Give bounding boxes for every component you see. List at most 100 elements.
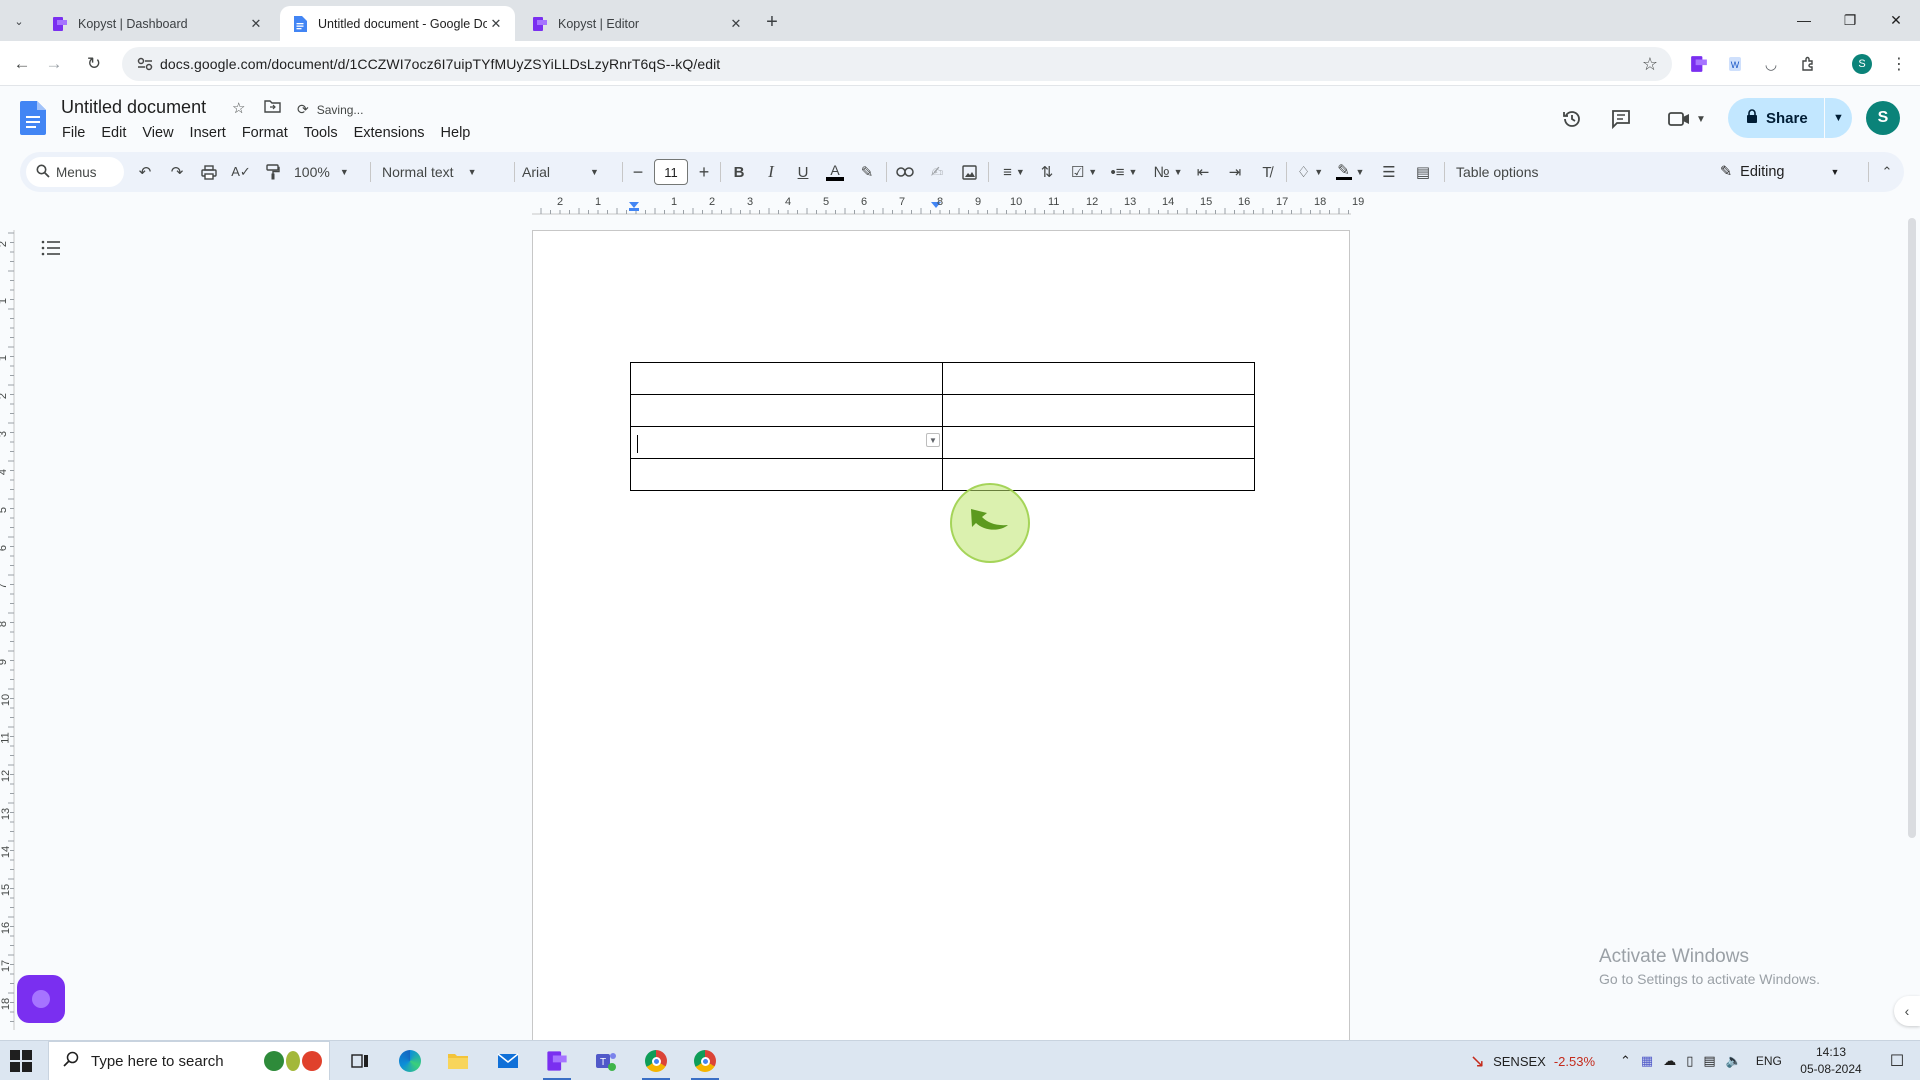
table-cell[interactable] — [630, 362, 943, 395]
increase-font-size-icon[interactable]: + — [692, 158, 716, 186]
address-bar[interactable]: docs.google.com/document/d/1CCZWI7ocz6I7… — [122, 47, 1672, 81]
table-cell[interactable] — [630, 458, 943, 491]
reload-icon[interactable]: ↻ — [80, 50, 108, 78]
chrome-menu-icon[interactable]: ⋮ — [1886, 51, 1912, 77]
tab-google-docs[interactable]: Untitled document - Google Docs ✕ — [280, 6, 515, 41]
menu-help[interactable]: Help — [433, 123, 479, 143]
taskbar-search-input[interactable]: Type here to search — [48, 1041, 330, 1080]
restore-button[interactable]: ❐ — [1827, 0, 1873, 40]
new-tab-button[interactable]: + — [759, 9, 785, 35]
docs-logo-icon[interactable] — [20, 101, 46, 135]
kopyst-taskbar-icon[interactable] — [537, 1045, 577, 1080]
menu-file[interactable]: File — [54, 123, 93, 143]
file-explorer-icon[interactable] — [438, 1045, 478, 1077]
font-family-select[interactable]: Arial ▼ — [512, 158, 614, 186]
meet-camera-icon[interactable]: ▼ — [1662, 104, 1712, 134]
cell-menu-dropdown-icon[interactable]: ▼ — [926, 433, 940, 447]
tab-search-chevron-icon[interactable]: ⌄ — [8, 10, 30, 32]
language-indicator[interactable]: ENG — [1756, 1054, 1782, 1068]
vertical-ruler[interactable]: 21123456789101112131415161718 — [0, 230, 16, 1030]
star-icon[interactable]: ☆ — [232, 99, 245, 117]
close-window-button[interactable]: ✕ — [1873, 0, 1919, 40]
document-table[interactable]: ▼ — [630, 362, 1255, 491]
numbered-list-icon[interactable]: № ▼ — [1148, 158, 1188, 186]
task-view-icon[interactable] — [340, 1045, 380, 1077]
undo-icon[interactable]: ↶ — [132, 158, 158, 186]
zoom-select[interactable]: 100% ▼ — [294, 158, 360, 186]
chrome-profile-icon[interactable] — [685, 1045, 725, 1080]
share-button[interactable]: Share ▼ — [1728, 98, 1852, 138]
hide-menus-chevron-icon[interactable]: ⌃ — [1874, 158, 1900, 186]
table-cell-active[interactable]: ▼ — [630, 426, 943, 459]
bold-icon[interactable]: B — [726, 158, 752, 186]
italic-icon[interactable]: I — [758, 158, 784, 186]
print-icon[interactable] — [196, 158, 222, 186]
menu-edit[interactable]: Edit — [93, 123, 134, 143]
notifications-icon[interactable]: ☐ — [1880, 1045, 1914, 1077]
horizontal-ruler[interactable]: 2 1 1 2 3 4 5 6 7 8 9 10 11 12 13 14 15 16 17 18 19 — [532, 196, 1364, 216]
bulleted-list-icon[interactable]: •≡ ▼ — [1104, 158, 1144, 186]
close-tab-icon[interactable]: ✕ — [727, 15, 745, 33]
document-outline-icon[interactable] — [38, 236, 64, 260]
comments-icon[interactable] — [1606, 104, 1636, 134]
document-title[interactable]: Untitled document — [61, 97, 206, 118]
align-left-icon[interactable]: ≡ ▼ — [994, 158, 1034, 186]
table-cell[interactable] — [942, 362, 1255, 395]
menu-format[interactable]: Format — [234, 123, 296, 143]
insert-link-icon[interactable] — [892, 158, 918, 186]
forward-arrow-icon[interactable]: → — [40, 50, 68, 78]
version-history-icon[interactable] — [1557, 104, 1587, 134]
network-icon[interactable]: ▤ — [1703, 1053, 1715, 1069]
paragraph-style-select[interactable]: Normal text ▼ — [382, 158, 506, 186]
paint-format-icon[interactable] — [260, 158, 286, 186]
profile-avatar-small[interactable]: S — [1849, 51, 1875, 77]
move-folder-icon[interactable] — [264, 99, 281, 117]
close-tab-icon[interactable]: ✕ — [247, 15, 265, 33]
border-width-icon[interactable]: ☰ — [1376, 158, 1402, 186]
teams-tray-icon[interactable]: ▦ — [1641, 1053, 1653, 1069]
spellcheck-icon[interactable]: A✓ — [228, 158, 254, 186]
onedrive-icon[interactable]: ☁ — [1663, 1053, 1676, 1069]
editing-mode-select[interactable]: ✎ Editing ▼ — [1710, 157, 1860, 187]
teams-icon[interactable]: T — [586, 1045, 626, 1077]
clear-formatting-icon[interactable]: T̸ — [1254, 158, 1280, 186]
account-avatar[interactable]: S — [1866, 101, 1900, 135]
checklist-icon[interactable]: ☑ ▼ — [1064, 158, 1104, 186]
table-cell[interactable] — [942, 394, 1255, 427]
search-menus-button[interactable]: Menus — [26, 157, 124, 187]
decrease-font-size-icon[interactable]: − — [626, 158, 650, 186]
battery-icon[interactable]: ▯ — [1686, 1053, 1693, 1069]
table-cell[interactable] — [630, 394, 943, 427]
stock-ticker[interactable]: ↘ SENSEX -2.53% — [1470, 1041, 1595, 1080]
close-tab-icon[interactable]: ✕ — [487, 15, 505, 33]
chrome-icon[interactable] — [636, 1045, 676, 1080]
share-dropdown-icon[interactable]: ▼ — [1825, 112, 1852, 124]
underline-icon[interactable]: U — [790, 158, 816, 186]
extension-arc-icon[interactable]: ◡ — [1758, 51, 1784, 77]
minimize-button[interactable]: — — [1781, 0, 1827, 40]
tab-kopyst-editor[interactable]: Kopyst | Editor ✕ — [520, 6, 755, 41]
table-options-button[interactable]: Table options — [1456, 158, 1556, 186]
redo-icon[interactable]: ↷ — [164, 158, 190, 186]
kopyst-recorder-button[interactable] — [17, 975, 65, 1023]
volume-icon[interactable]: 🔈 — [1726, 1053, 1742, 1069]
border-color-icon[interactable]: ✎ ▼ — [1332, 158, 1368, 186]
add-comment-icon[interactable]: ✍ — [924, 158, 950, 186]
menu-view[interactable]: View — [134, 123, 181, 143]
word-extension-icon[interactable]: W — [1722, 51, 1748, 77]
menu-extensions[interactable]: Extensions — [346, 123, 433, 143]
side-panel-chevron-icon[interactable]: ‹ — [1894, 996, 1920, 1026]
bookmark-star-icon[interactable]: ☆ — [1642, 54, 1658, 75]
text-color-icon[interactable]: A — [822, 158, 848, 186]
tab-kopyst-dashboard[interactable]: Kopyst | Dashboard ✕ — [40, 6, 275, 41]
share-main[interactable]: Share — [1728, 108, 1824, 128]
menu-tools[interactable]: Tools — [296, 123, 346, 143]
font-size-input[interactable]: 11 — [654, 159, 688, 185]
edge-browser-icon[interactable] — [390, 1045, 430, 1077]
line-spacing-icon[interactable]: ⇅ — [1034, 158, 1060, 186]
windows-start-icon[interactable] — [10, 1050, 32, 1072]
kopyst-extension-icon[interactable] — [1686, 51, 1712, 77]
highlight-icon[interactable]: ✎ — [854, 158, 880, 186]
border-dash-icon[interactable]: ▤ — [1410, 158, 1436, 186]
decrease-indent-icon[interactable]: ⇤ — [1190, 158, 1216, 186]
